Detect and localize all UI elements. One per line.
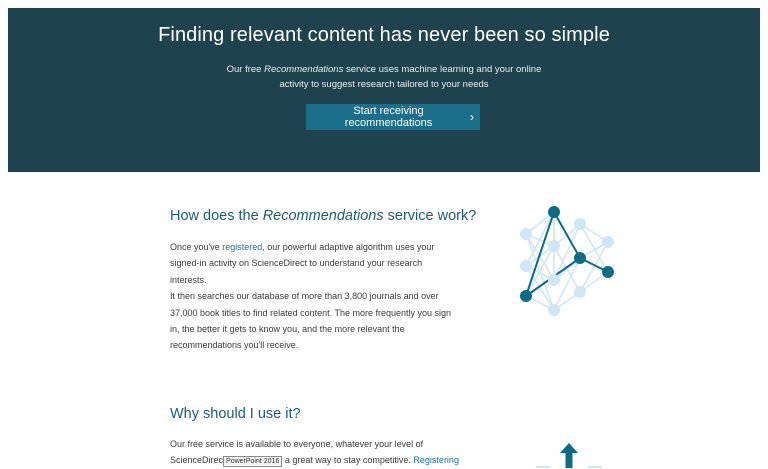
heading-text: How does the [170,208,263,224]
powerpoint-tooltip: PowerPoint 2016 [223,455,283,467]
heading-emphasis: Recommendations [262,208,384,224]
heading-text: service work? [383,208,477,224]
registered-link[interactable]: registered [222,242,262,252]
hero-desc-text: activity to suggest research tailored to… [279,79,489,90]
paragraph-text: , our powerful adaptive algorithm uses y… [262,242,435,252]
cta-label: Start receiving recommendations [344,105,433,129]
paragraph-text: signed-in activity on ScienceDirect to u… [170,258,423,285]
hero-desc-text: service uses machine learning and your o… [343,64,542,75]
hero-banner: Finding relevant content has never been … [8,8,760,172]
paragraph-text: a great way to stay competitive. [282,455,414,466]
how-it-works-paragraph: Once you've registered, our powerful ada… [170,239,460,354]
paragraph-text: It then searches our database of more th… [170,291,439,302]
why-use-it-paragraph: Our free service is available to everyon… [170,436,460,469]
why-use-it-heading: Why should I use it? [170,406,301,422]
paragraph-text: ScienceDirec [170,455,224,466]
start-recommendations-button[interactable]: Start receiving recommendations › [306,104,480,130]
paragraph-text: Once you've [170,242,223,252]
hero-desc-emphasis: Recommendations [264,64,344,75]
hero-description: Our free Recommendations service uses ma… [8,62,760,92]
paragraph-text: recommendations you'll receive. [170,340,299,351]
paragraph-text: 37,000 book titles to find related conte… [170,307,452,318]
paragraph-text: in, the better it gets to know you, and … [170,324,405,335]
paragraph-text: Our free service is available to everyon… [170,439,424,449]
hero-desc-text: Our free [226,64,265,75]
hero-title: Finding relevant content has never been … [158,24,610,46]
arrow-up-icon [536,443,602,468]
chevron-right-icon: › [470,110,474,124]
registering-link[interactable]: Registering [413,455,459,465]
how-it-works-heading: How does the Recommendations service wor… [170,208,476,224]
neural-network-icon [520,206,614,316]
